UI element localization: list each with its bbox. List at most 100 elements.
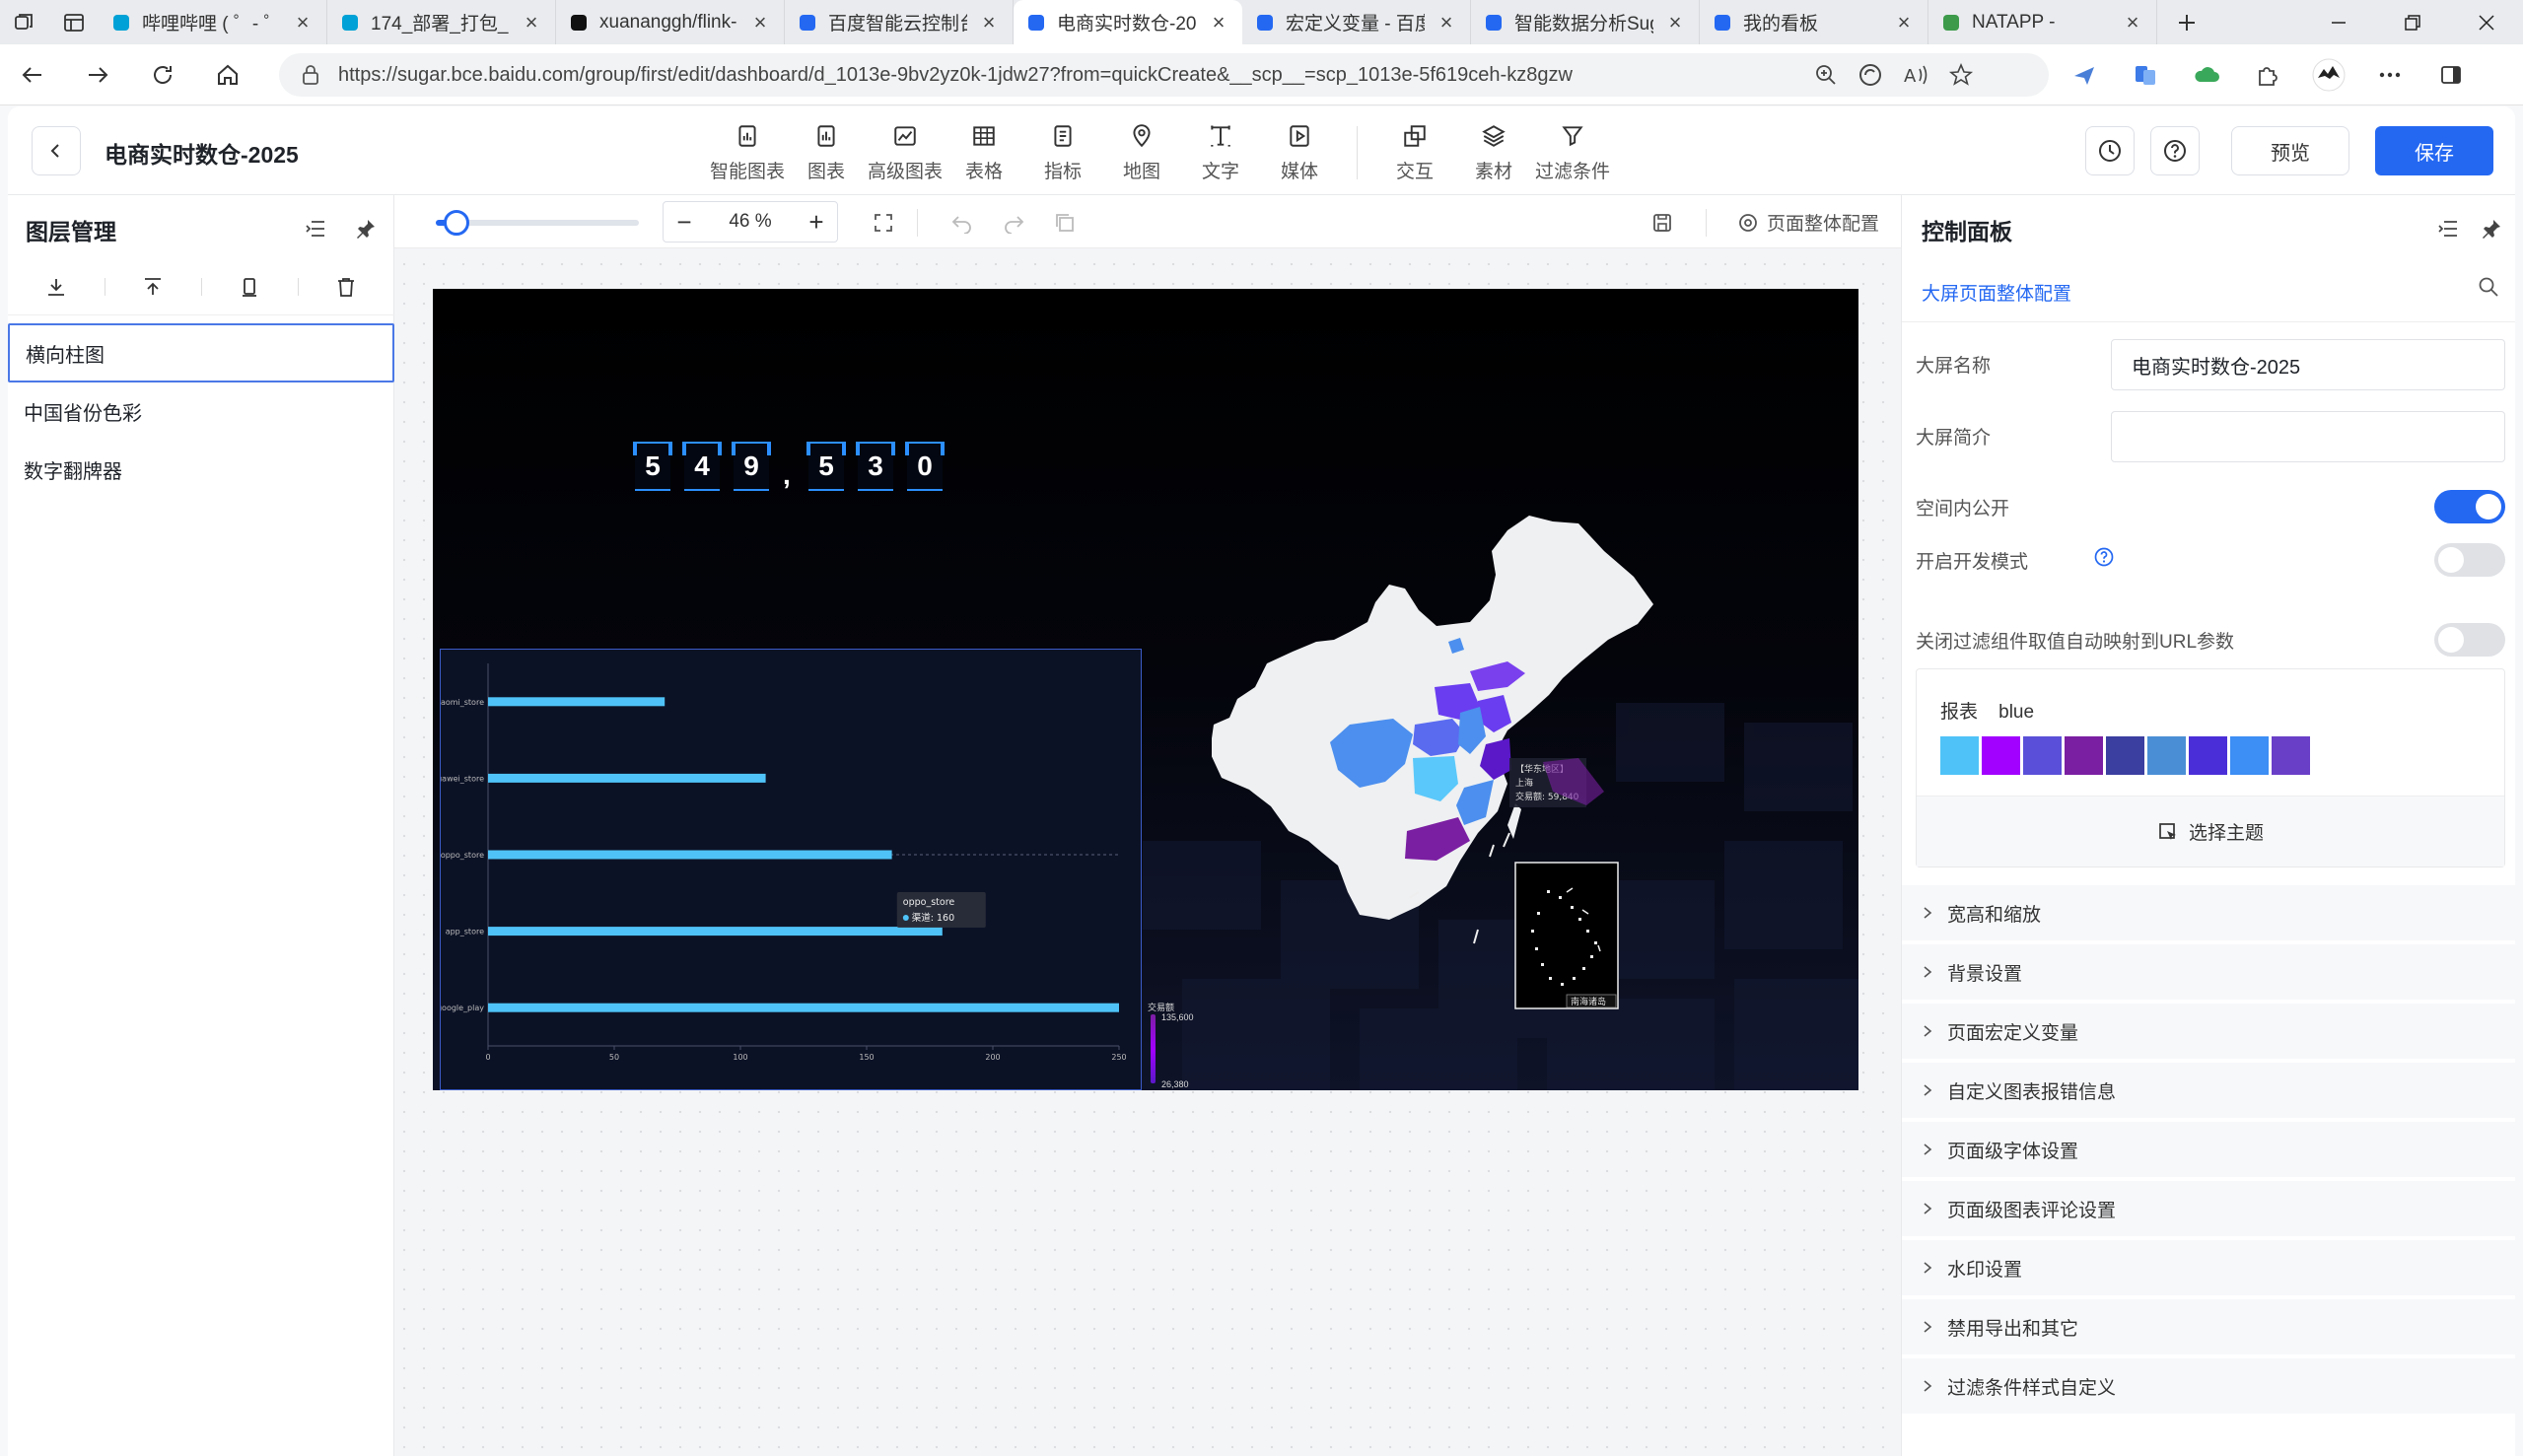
toolbar-item-chart[interactable]: 图表 [787,114,866,191]
minimize-icon[interactable] [2301,0,2375,44]
more-menu-icon[interactable] [2366,51,2414,99]
help-icon[interactable] [2093,546,2115,568]
close-tab-icon[interactable]: × [1663,10,1687,35]
name-field[interactable]: 电商实时数仓-2025 [2111,339,2505,390]
sidebar-toggle-icon[interactable] [2427,51,2475,99]
horizontal-bar-chart[interactable]: xiaomi_store huawei_store oppo_store app_st… [440,649,1142,1090]
toolbar-item-table[interactable]: 表格 [945,114,1023,191]
toolbar-item-text[interactable]: 文字 [1181,114,1260,191]
close-tab-icon[interactable]: × [1435,10,1458,35]
layer-item[interactable]: 数字翻牌器 [8,440,394,499]
browser-tab[interactable]: xuananggh/flink- × [556,0,785,44]
dev-mode-toggle[interactable] [2434,543,2505,577]
tab-actions-icon[interactable] [49,0,99,44]
config-section[interactable]: 页面宏定义变量 [1902,1004,2515,1061]
profile-avatar[interactable] [2305,51,2352,99]
save-button[interactable]: 保存 [2375,126,2493,175]
favorite-star-icon[interactable] [1948,62,1974,88]
back-arrow-icon[interactable] [0,44,65,105]
browser-tab[interactable]: NATAPP - × [1928,0,2157,44]
zoom-icon[interactable] [1814,63,1838,87]
digit-flipper[interactable]: 549,530 [633,442,945,491]
toolbar-item-filter[interactable]: 过滤条件 [1533,114,1612,191]
layer-item[interactable]: 中国省份色彩 [8,381,394,441]
delete-layer-icon[interactable] [298,258,394,314]
refresh-icon[interactable] [130,44,195,105]
config-section[interactable]: 禁用导出和其它 [1902,1299,2515,1356]
toolbar-item-smart-chart[interactable]: 智能图表 [708,114,787,191]
browser-tab[interactable]: 智能数据分析Sug × [1471,0,1700,44]
toolbar-item-interaction[interactable]: 交互 [1375,114,1454,191]
zoom-in-button[interactable]: + [796,202,837,242]
move-bottom-icon[interactable] [8,258,105,314]
extension-cloud-icon[interactable] [2183,51,2230,99]
move-top-icon[interactable] [105,258,201,314]
config-section[interactable]: 宽高和缩放 [1902,885,2515,942]
zoom-slider-handle[interactable] [443,210,469,236]
config-section[interactable]: 水印设置 [1902,1240,2515,1297]
new-tab-icon[interactable] [2157,0,2216,44]
toolbar-item-media[interactable]: 媒体 [1260,114,1339,191]
close-tab-icon[interactable]: × [1892,10,1916,35]
extensions-puzzle-icon[interactable] [2244,51,2291,99]
fullscreen-icon[interactable] [868,207,899,239]
config-section[interactable]: 自定义图表报错信息 [1902,1063,2515,1120]
zoom-value[interactable]: 46 % [705,211,796,233]
home-icon[interactable] [195,44,260,105]
save-draft-icon[interactable] [1647,207,1678,239]
preview-button[interactable]: 预览 [2231,126,2349,175]
read-aloud-icon[interactable]: A [1903,63,1928,87]
description-field[interactable] [2111,411,2505,462]
collapse-list-icon[interactable] [2430,211,2466,246]
extension-plane-icon[interactable] [2061,51,2108,99]
collapse-list-icon[interactable] [298,211,333,246]
url-field[interactable]: https://sugar.bce.baidu.com/group/first/… [279,53,2049,97]
zoom-slider[interactable] [436,210,639,236]
help-button[interactable] [2150,126,2200,175]
search-icon[interactable] [2478,276,2499,298]
history-button[interactable] [2085,126,2135,175]
map-legend-bar[interactable] [1151,1014,1156,1083]
close-tab-icon[interactable]: × [291,10,315,35]
config-section[interactable]: 过滤条件样式自定义 [1902,1358,2515,1416]
close-tab-icon[interactable]: × [1207,10,1230,35]
browser-tab[interactable]: 宏定义变量 - 百度 × [1242,0,1471,44]
toolbar-item-material[interactable]: 素材 [1454,114,1533,191]
close-tab-icon[interactable]: × [520,10,543,35]
lock-icon[interactable] [301,64,320,86]
workspaces-icon[interactable] [0,0,49,44]
pin-icon[interactable] [348,211,384,246]
config-section[interactable]: 页面级图表评论设置 [1902,1181,2515,1238]
copy-icon[interactable] [1049,207,1081,239]
china-province-map[interactable]: 【华东地区】 上海 交易额: 59,840 南海诸岛 [1212,466,1843,1077]
config-section[interactable]: 背景设置 [1902,944,2515,1002]
public-toggle[interactable] [2434,490,2505,523]
forward-arrow-icon[interactable] [65,44,130,105]
undo-icon[interactable] [946,207,978,239]
browser-tab[interactable]: 百度智能云控制台 × [785,0,1014,44]
dashboard-canvas[interactable]: 549,530 xiaomi_storehuawei_storeoppo_sto… [433,289,1858,1090]
toolbar-item-metric[interactable]: 指标 [1023,114,1102,191]
browser-tab[interactable]: 我的看板 × [1700,0,1928,44]
close-window-icon[interactable] [2449,0,2523,44]
toolbar-item-map-pin[interactable]: 地图 [1102,114,1181,191]
lock-layer-icon[interactable] [201,258,298,314]
browser-tab[interactable]: 174_部署_打包_申 × [327,0,556,44]
close-tab-icon[interactable]: × [2121,10,2144,35]
redo-icon[interactable] [998,207,1029,239]
restore-icon[interactable] [2375,0,2449,44]
app-available-icon[interactable] [1857,62,1883,88]
zoom-out-button[interactable]: − [664,202,705,242]
back-button[interactable] [32,126,81,175]
control-panel-subtitle[interactable]: 大屏页面整体配置 [1922,279,2071,306]
close-tab-icon[interactable]: × [977,10,1001,35]
extension-translate-icon[interactable] [2122,51,2169,99]
close-tab-icon[interactable]: × [748,10,772,35]
select-theme-button[interactable]: 选择主题 [1917,796,2504,867]
browser-tab[interactable]: 哔哩哔哩 ( ゜- ゜)つ × [99,0,327,44]
browser-tab[interactable]: 电商实时数仓-2025 × [1014,0,1242,44]
layer-item[interactable]: 横向柱图 [8,323,394,382]
url-mapping-toggle[interactable] [2434,623,2505,657]
config-section[interactable]: 页面级字体设置 [1902,1122,2515,1179]
toolbar-item-advanced-chart[interactable]: 高级图表 [866,114,945,191]
